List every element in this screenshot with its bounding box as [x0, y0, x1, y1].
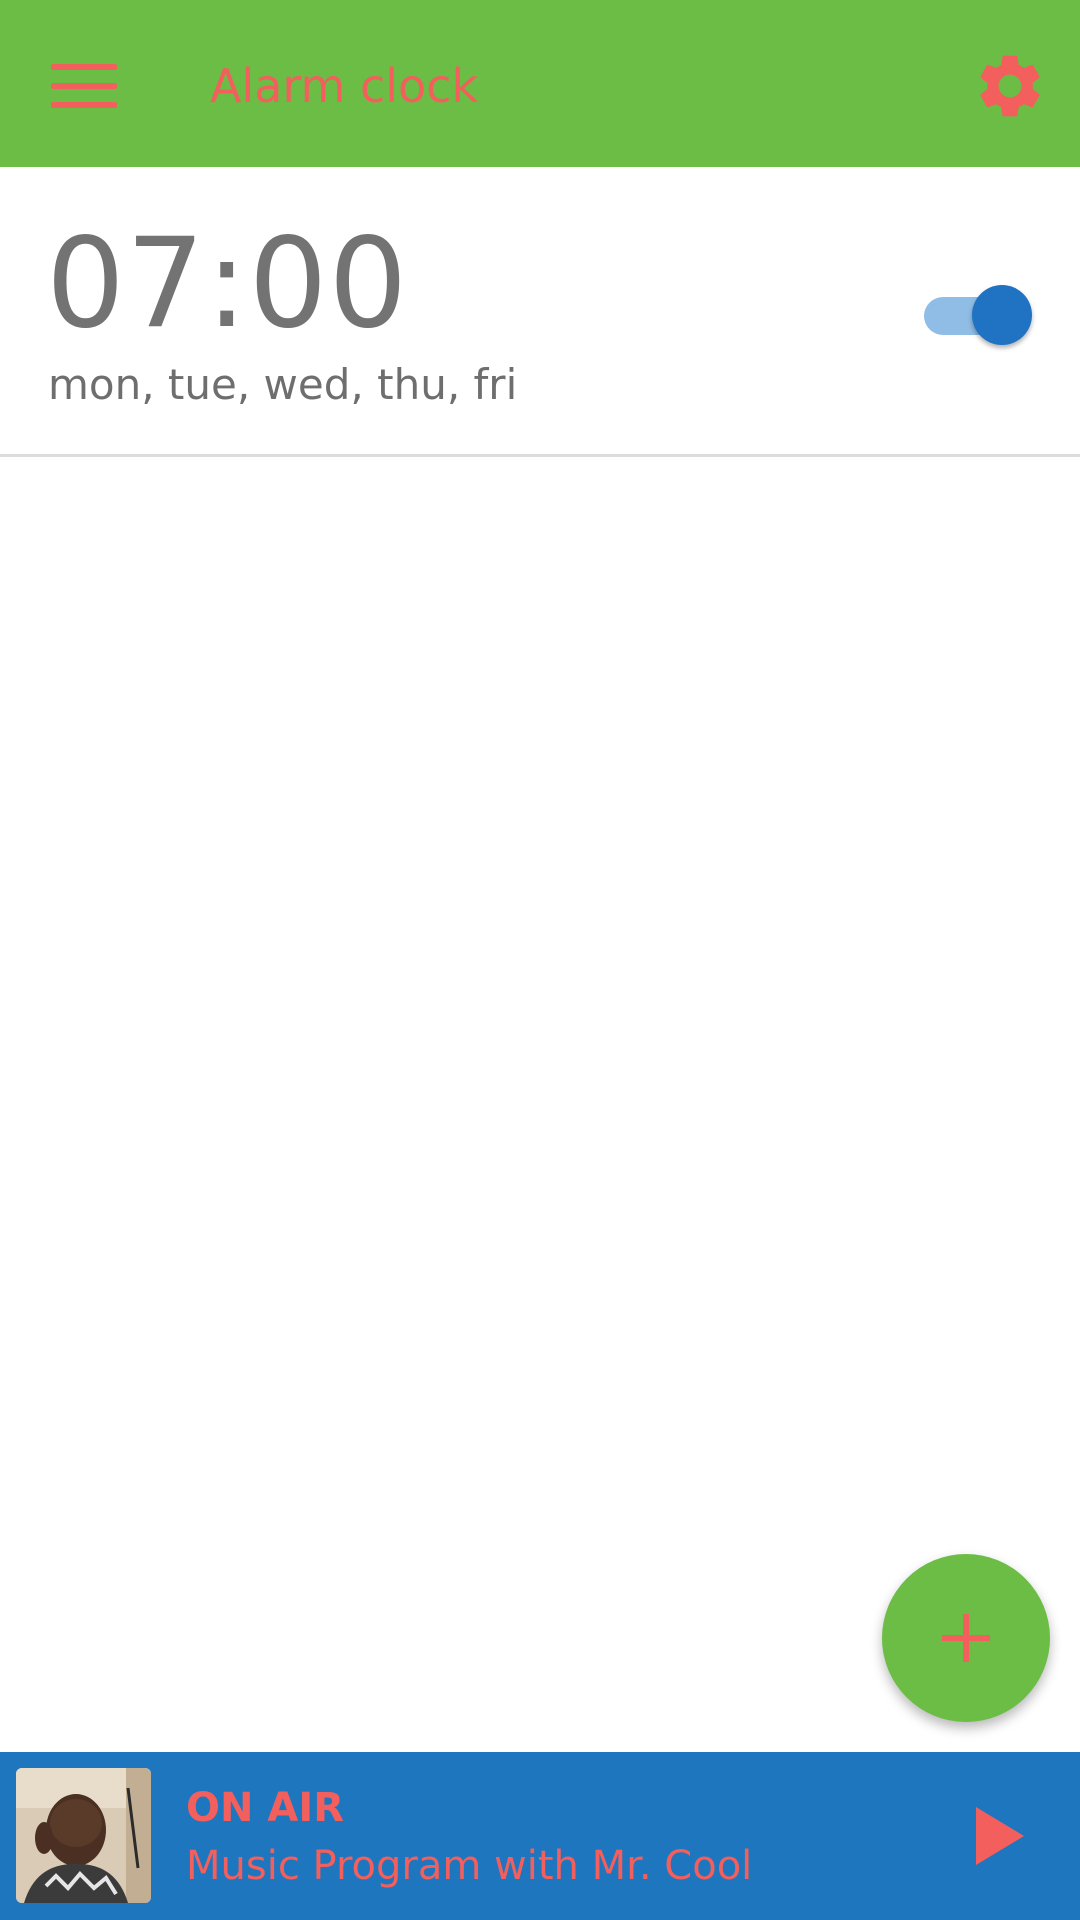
alarm-enabled-toggle[interactable] — [922, 279, 1034, 349]
station-thumbnail — [16, 1768, 151, 1903]
toggle-thumb — [972, 285, 1032, 345]
player-status: ON AIR — [186, 1785, 345, 1831]
gear-icon — [980, 55, 1040, 117]
settings-button[interactable] — [966, 44, 1054, 128]
add-alarm-button[interactable] — [882, 1554, 1050, 1722]
play-icon — [976, 1807, 1024, 1865]
alarm-time: 07:00 — [46, 212, 409, 356]
plus-icon — [942, 1614, 990, 1662]
radio-player-bar[interactable]: ON AIR Music Program with Mr. Cool — [0, 1752, 1080, 1920]
program-title: Music Program with Mr. Cool — [186, 1843, 753, 1889]
alarm-repeat-days: mon, tue, wed, thu, fri — [48, 360, 518, 409]
hamburger-menu-icon — [51, 64, 117, 108]
play-button[interactable] — [960, 1798, 1040, 1874]
alarm-list-item[interactable]: 07:00 mon, tue, wed, thu, fri — [0, 167, 1080, 457]
app-toolbar: Alarm clock — [0, 0, 1080, 167]
alarm-clock-screen: Alarm clock 07:00 mon, tue, wed, thu, fr… — [0, 0, 1080, 1920]
page-title: Alarm clock — [210, 59, 479, 113]
menu-button[interactable] — [36, 46, 132, 126]
